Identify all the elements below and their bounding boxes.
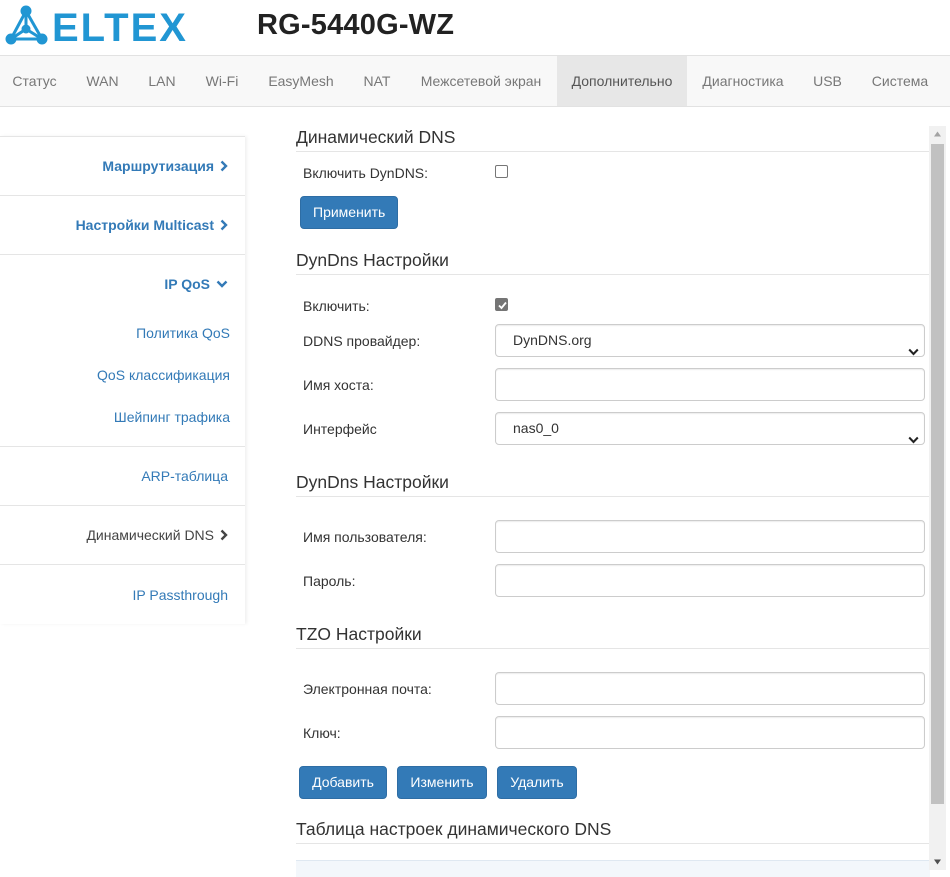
key-input[interactable] xyxy=(495,716,925,749)
nav-wan[interactable]: WAN xyxy=(72,56,133,106)
section-title-tzo-settings: TZO Настройки xyxy=(296,624,930,649)
nav-lan[interactable]: LAN xyxy=(134,56,190,106)
chevron-down-icon xyxy=(216,280,228,288)
chevron-right-icon xyxy=(220,219,228,231)
nav-diagnostics[interactable]: Диагностика xyxy=(688,56,798,106)
device-model-title: RG-5440G-WZ xyxy=(257,9,455,41)
sidebar-item-arp-table[interactable]: ARP-таблица xyxy=(0,447,245,506)
ddns-provider-label: DDNS провайдер: xyxy=(303,333,421,349)
key-label: Ключ: xyxy=(303,725,341,741)
nav-nat[interactable]: NAT xyxy=(350,56,404,106)
enable-dyndns-checkbox[interactable] xyxy=(495,165,508,178)
chevron-down-icon xyxy=(908,336,919,367)
scrollbar-thumb[interactable] xyxy=(931,144,944,804)
sidebar-item-label: Настройки Multicast xyxy=(75,217,214,233)
section-title-dyndns-account: DynDns Настройки xyxy=(296,472,930,497)
scroll-up-arrow-icon[interactable] xyxy=(929,126,946,143)
edit-button[interactable]: Изменить xyxy=(397,766,487,799)
sidebar-subitem-qos-policy[interactable]: Политика QoS xyxy=(0,312,245,354)
top-navigation: Статус WAN LAN Wi-Fi EasyMesh NAT Межсет… xyxy=(0,55,950,107)
sidebar: Маршрутизация Настройки Multicast IP QoS… xyxy=(0,136,245,624)
nav-wifi[interactable]: Wi-Fi xyxy=(192,56,252,106)
nav-system[interactable]: Система xyxy=(857,56,943,106)
enable-dyndns-label: Включить DynDNS: xyxy=(303,165,429,181)
scroll-down-arrow-icon[interactable] xyxy=(929,853,946,870)
section-title-dyndns-settings: DynDns Настройки xyxy=(296,250,930,275)
email-input[interactable] xyxy=(495,672,925,705)
ddns-provider-value: DynDNS.org xyxy=(513,332,592,348)
nav-easymesh[interactable]: EasyMesh xyxy=(254,56,348,106)
username-label: Имя пользователя: xyxy=(303,529,427,545)
sidebar-item-ipqos[interactable]: IP QoS xyxy=(0,255,245,312)
logo-wordmark: ELTEX xyxy=(52,6,188,47)
username-input[interactable] xyxy=(495,520,925,553)
sidebar-item-routing[interactable]: Маршрутизация xyxy=(0,137,245,196)
page-header: ELTEX RG-5440G-WZ xyxy=(0,0,950,55)
ddns-provider-select[interactable]: DynDNS.org xyxy=(495,324,925,357)
nav-usb[interactable]: USB xyxy=(800,56,855,106)
delete-button[interactable]: Удалить xyxy=(497,766,577,799)
sidebar-subitem-traffic-shaping[interactable]: Шейпинг трафика xyxy=(0,396,245,438)
chevron-right-icon xyxy=(220,160,228,172)
add-button[interactable]: Добавить xyxy=(299,766,387,799)
scrollbar[interactable] xyxy=(929,126,946,870)
nav-advanced[interactable]: Дополнительно xyxy=(557,56,687,106)
nav-status[interactable]: Статус xyxy=(0,56,69,106)
sidebar-item-dynamic-dns[interactable]: Динамический DNS xyxy=(0,506,245,565)
apply-button[interactable]: Применить xyxy=(300,196,398,229)
eltex-logo[interactable]: ELTEX xyxy=(4,5,199,47)
sidebar-item-label: Динамический DNS xyxy=(86,527,214,543)
section-title-ddns-table: Таблица настроек динамического DNS xyxy=(296,819,930,844)
email-label: Электронная почта: xyxy=(303,681,432,697)
section-title-dynamic-dns: Динамический DNS xyxy=(296,127,930,152)
ddns-table xyxy=(296,860,930,877)
ddns-enable-checkbox[interactable] xyxy=(495,298,508,311)
sidebar-item-ip-passthrough[interactable]: IP Passthrough xyxy=(0,565,245,624)
hostname-input[interactable] xyxy=(495,368,925,401)
sidebar-item-label: IP QoS xyxy=(164,275,210,292)
password-input[interactable] xyxy=(495,564,925,597)
sidebar-item-label: Маршрутизация xyxy=(102,158,214,174)
interface-label: Интерфейс xyxy=(303,421,377,437)
chevron-right-icon xyxy=(220,529,228,541)
ddns-enable-label: Включить: xyxy=(303,298,370,314)
eltex-logo-icon: ELTEX xyxy=(5,5,188,47)
sidebar-group-ipqos: IP QoS Политика QoS QoS классификация Ше… xyxy=(0,255,245,447)
interface-select[interactable]: nas0_0 xyxy=(495,412,925,445)
checkmark-icon xyxy=(498,301,507,310)
hostname-label: Имя хоста: xyxy=(303,377,374,393)
sidebar-item-multicast[interactable]: Настройки Multicast xyxy=(0,196,245,255)
interface-value: nas0_0 xyxy=(513,420,559,436)
chevron-down-icon xyxy=(908,424,919,455)
sidebar-subitem-qos-classification[interactable]: QoS классификация xyxy=(0,354,245,396)
password-label: Пароль: xyxy=(303,573,356,589)
nav-firewall[interactable]: Межсетевой экран xyxy=(406,56,556,106)
